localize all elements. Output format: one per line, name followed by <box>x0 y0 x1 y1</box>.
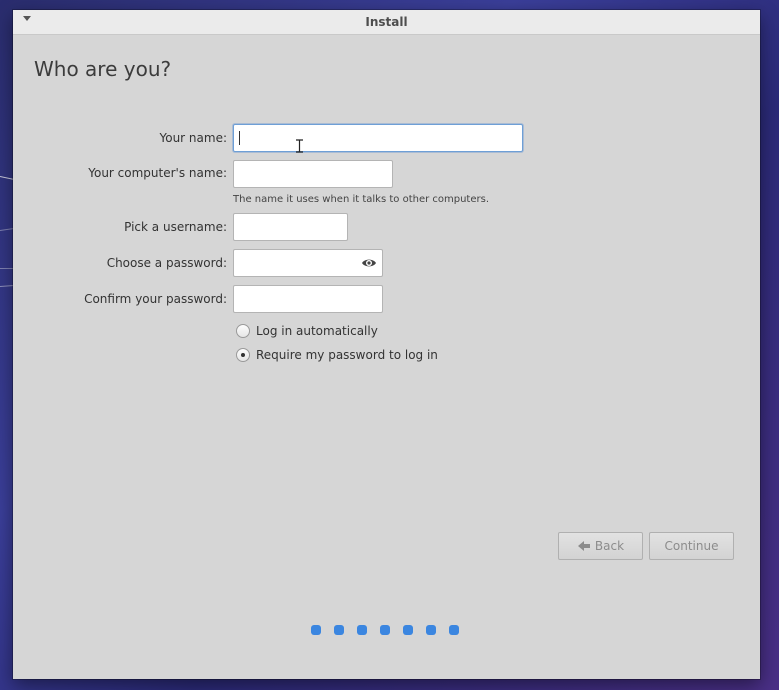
progress-dot <box>403 625 413 635</box>
eye-icon[interactable] <box>361 257 377 269</box>
computer-name-hint: The name it uses when it talks to other … <box>233 194 490 205</box>
progress-dot <box>449 625 459 635</box>
computer-name-input[interactable] <box>233 160 393 188</box>
text-caret <box>239 131 240 145</box>
progress-dot <box>426 625 436 635</box>
arrow-left-icon <box>577 541 590 551</box>
progress-indicator <box>311 625 459 635</box>
continue-button[interactable]: Continue <box>649 532 734 560</box>
back-button[interactable]: Back <box>558 532 643 560</box>
wallpaper-streak <box>0 285 15 287</box>
page-title: Who are you? <box>34 57 172 81</box>
progress-dot <box>334 625 344 635</box>
username-input[interactable] <box>233 213 348 241</box>
wallpaper-streak <box>0 228 14 231</box>
back-button-label: Back <box>594 539 625 553</box>
username-label: Pick a username: <box>124 220 227 234</box>
radio-require-password[interactable]: Require my password to log in <box>236 346 438 364</box>
progress-dot <box>311 625 321 635</box>
your-name-input[interactable] <box>233 124 523 152</box>
radio-log-in-automatically[interactable]: Log in automatically <box>236 322 378 340</box>
wallpaper-streak <box>0 176 14 180</box>
progress-dot <box>357 625 367 635</box>
continue-button-label: Continue <box>664 539 719 553</box>
titlebar: Install <box>13 10 760 35</box>
progress-dot <box>380 625 390 635</box>
confirm-password-label: Confirm your password: <box>84 292 227 306</box>
radio-button[interactable] <box>236 324 250 338</box>
installer-window: Install Who are you? Your name: Your com… <box>13 10 760 679</box>
radio-label: Log in automatically <box>256 324 378 338</box>
computer-name-label: Your computer's name: <box>88 166 227 180</box>
confirm-password-input[interactable] <box>233 285 383 313</box>
password-label: Choose a password: <box>106 256 227 270</box>
radio-label: Require my password to log in <box>256 348 438 362</box>
your-name-label: Your name: <box>159 131 227 145</box>
wallpaper-streak <box>0 268 14 269</box>
window-title: Install <box>365 15 408 29</box>
radio-button-selected[interactable] <box>236 348 250 362</box>
